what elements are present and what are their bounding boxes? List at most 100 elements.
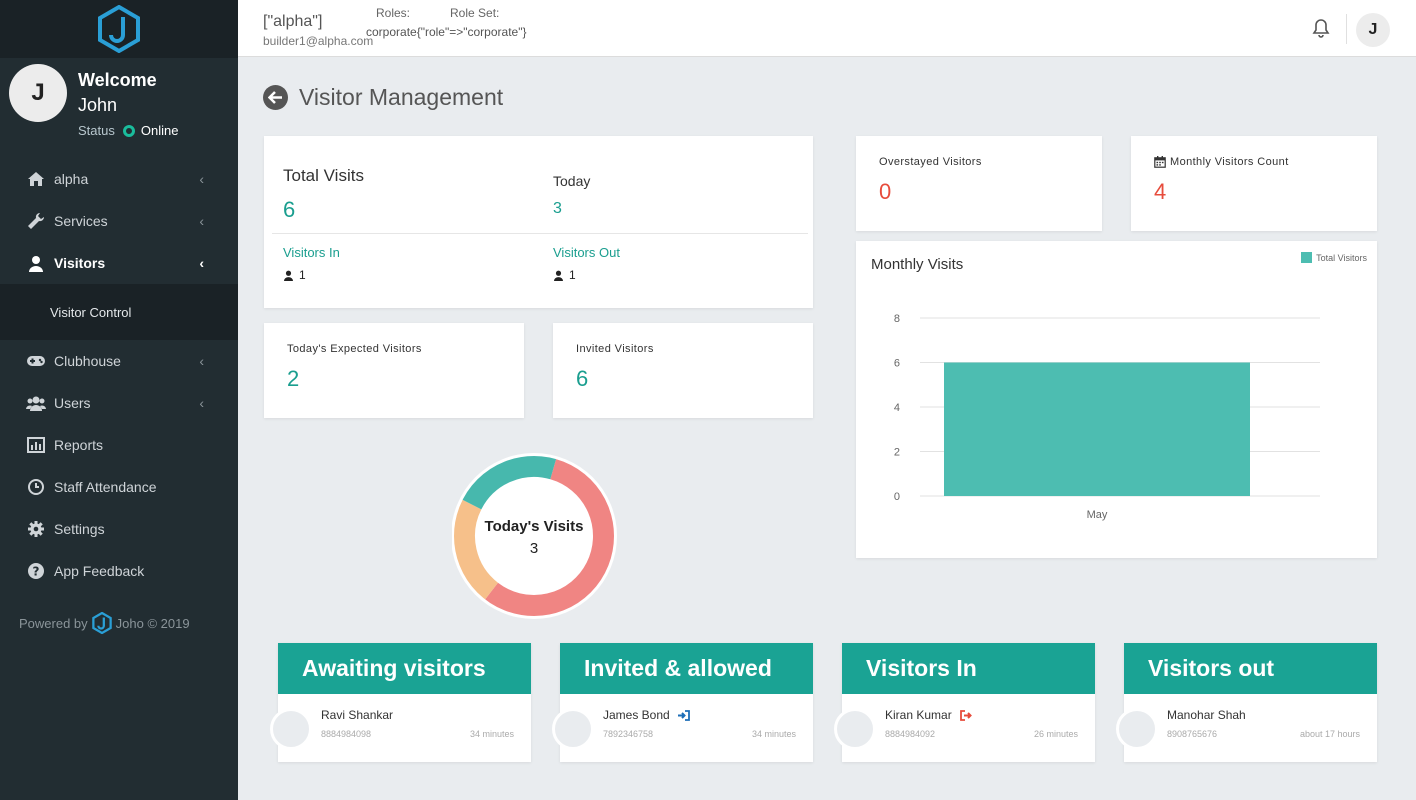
bar-chart-icon xyxy=(26,436,46,454)
user-avatar[interactable]: J xyxy=(9,64,67,122)
sidebar-item-services[interactable]: Services ‹ xyxy=(0,200,238,242)
y-tick-label: 0 xyxy=(894,491,900,503)
visitors-in-panel: Visitors In Kiran Kumar 8884984092 26 mi… xyxy=(834,643,1095,762)
sidebar-item-label: Clubhouse xyxy=(54,353,121,369)
total-visits-card: Total Visits 6 Today 3 Visitors In 1 Vis… xyxy=(264,136,813,308)
sidebar-item-label: Visitors xyxy=(54,255,106,271)
chevron-left-icon: ‹ xyxy=(199,395,204,411)
online-dot-icon xyxy=(122,124,135,137)
user-icon xyxy=(26,254,46,272)
roleset-label: Role Set: xyxy=(450,6,500,20)
user-name: John xyxy=(78,95,118,115)
overstayed-visitors-value: 0 xyxy=(879,179,892,204)
top-bar: ["alpha"] builder1@alpha.com Roles: Role… xyxy=(238,0,1416,57)
sidebar: J Welcome John Status Online alpha ‹ Ser… xyxy=(0,0,238,800)
welcome-text: Welcome xyxy=(78,70,157,90)
topbar-avatar[interactable]: J xyxy=(1356,13,1390,47)
monthly-visitors-label-row: Monthly Visitors Count xyxy=(1154,156,1289,168)
visitor-name: James Bond xyxy=(603,708,670,722)
monthly-visits-chart: 0 2 4 6 8 May Monthly Visits Total Visitors xyxy=(856,241,1377,558)
wrench-icon xyxy=(26,212,46,230)
bell-icon[interactable] xyxy=(1312,18,1330,43)
visitor-name-row[interactable]: Manohar Shah xyxy=(1167,708,1246,722)
svg-text:?: ? xyxy=(33,565,40,579)
sidebar-item-label: Services xyxy=(54,213,108,229)
visitor-time: about 17 hours xyxy=(1299,729,1360,739)
visitor-name: Ravi Shankar xyxy=(321,708,394,722)
todays-visits-donut: Today's Visits 3 xyxy=(451,450,622,624)
sidebar-item-settings[interactable]: Settings xyxy=(0,508,238,550)
panel-title: Visitors out xyxy=(1124,643,1377,694)
visitor-name-row[interactable]: Kiran Kumar xyxy=(885,708,972,722)
sidebar-item-label: Settings xyxy=(54,521,105,537)
visitors-out-label: Visitors Out xyxy=(553,245,620,260)
sidebar-item-reports[interactable]: Reports xyxy=(0,424,238,466)
visitor-phone: 8884984092 xyxy=(885,729,936,739)
visitor-time: 26 minutes xyxy=(1033,729,1078,739)
sidebar-item-label: Visitor Control xyxy=(50,304,132,320)
expected-visitors-label: Today's Expected Visitors xyxy=(287,343,422,355)
joho-small-logo-icon xyxy=(91,612,112,634)
visitor-avatar[interactable] xyxy=(270,708,312,750)
status-indicator: Status Online xyxy=(78,123,178,138)
y-tick-label: 2 xyxy=(894,447,900,459)
status-label: Status xyxy=(78,123,115,138)
user-icon xyxy=(283,270,294,281)
total-visits-label: Total Visits xyxy=(283,166,364,185)
chevron-left-icon: ‹ xyxy=(199,213,204,229)
bar-may[interactable] xyxy=(944,362,1250,497)
sidebar-item-label: App Feedback xyxy=(54,563,145,579)
sidebar-item-visitor-control[interactable]: Visitor Control xyxy=(0,284,238,340)
invited-visitors-value: 6 xyxy=(576,366,589,391)
visitor-time: 34 minutes xyxy=(469,729,514,739)
visitor-name: Kiran Kumar xyxy=(885,708,952,722)
powered-suffix: Joho © 2019 xyxy=(115,615,190,631)
visitors-out-count: 1 xyxy=(569,268,576,282)
sidebar-item-staff-attendance[interactable]: Staff Attendance xyxy=(0,466,238,508)
back-arrow-icon[interactable] xyxy=(263,85,288,110)
overstayed-visitors-label: Overstayed Visitors xyxy=(879,156,982,168)
visitor-avatar[interactable] xyxy=(834,708,876,750)
home-icon xyxy=(26,170,46,188)
visitor-phone: 8908765676 xyxy=(1167,729,1218,739)
panel-title: Visitors In xyxy=(842,643,1095,694)
sidebar-item-visitors[interactable]: Visitors ‹ xyxy=(0,242,238,284)
chevron-left-icon: ‹ xyxy=(199,171,204,187)
sidebar-item-label: Staff Attendance xyxy=(54,479,157,495)
sidebar-item-alpha[interactable]: alpha ‹ xyxy=(0,158,238,200)
today-label: Today xyxy=(553,173,591,189)
visitor-avatar[interactable] xyxy=(552,708,594,750)
monthly-visitors-label: Monthly Visitors Count xyxy=(1170,156,1289,168)
org-label: ["alpha"] xyxy=(263,13,323,30)
page-title: Visitor Management xyxy=(299,84,504,110)
sidebar-nav: alpha ‹ Services ‹ Visitors ‹ Visitor Co… xyxy=(0,158,238,592)
chevron-left-icon: ‹ xyxy=(199,353,204,369)
chart-legend[interactable]: Total Visitors xyxy=(1301,252,1367,263)
visitor-name-row[interactable]: James Bond xyxy=(603,708,690,722)
expected-visitors-value: 2 xyxy=(287,366,300,391)
today-value: 3 xyxy=(553,200,562,217)
joho-logo[interactable] xyxy=(0,0,238,58)
panel-title: Invited & allowed xyxy=(560,643,813,694)
visitor-name-row[interactable]: Ravi Shankar xyxy=(321,708,393,722)
panel-title: Awaiting visitors xyxy=(278,643,531,694)
visitors-out-panel: Visitors out Manohar Shah 8908765676 abo… xyxy=(1116,643,1377,762)
sidebar-item-app-feedback[interactable]: ? App Feedback xyxy=(0,550,238,592)
visitor-name: Manohar Shah xyxy=(1167,708,1246,722)
sidebar-item-clubhouse[interactable]: Clubhouse ‹ xyxy=(0,340,238,382)
status-value: Online xyxy=(140,123,179,138)
user-icon xyxy=(553,270,564,281)
sign-in-icon xyxy=(677,709,690,721)
chevron-left-icon: ‹ xyxy=(199,255,204,271)
visitor-avatar[interactable] xyxy=(1116,708,1158,750)
invited-visitors-label: Invited Visitors xyxy=(576,343,654,355)
y-tick-label: 6 xyxy=(894,358,900,370)
calendar-icon xyxy=(1154,156,1166,168)
roles-label: Roles: xyxy=(376,6,411,20)
sidebar-item-users[interactable]: Users ‹ xyxy=(0,382,238,424)
y-tick-label: 4 xyxy=(894,402,900,414)
total-visits-value: 6 xyxy=(283,197,296,222)
sidebar-item-label: alpha xyxy=(54,171,89,187)
users-icon xyxy=(26,394,46,412)
visitors-out-value: 1 xyxy=(553,268,576,282)
